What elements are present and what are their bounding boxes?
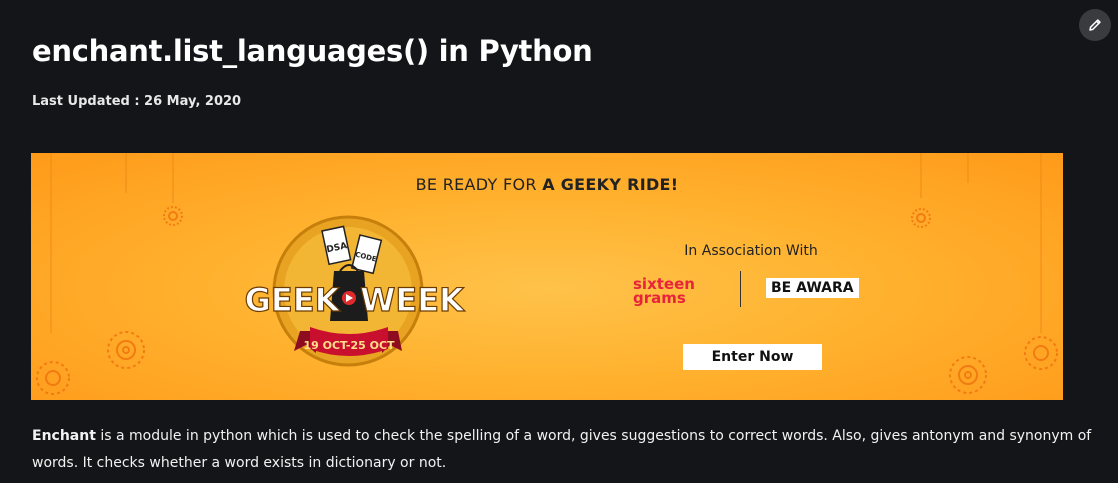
sixteen-grams-line2: grams [633, 289, 686, 307]
geek-week-banner[interactable]: BE READY FOR A GEEKY RIDE! DSA CODE GEEK… [31, 153, 1063, 400]
logo-word-right: WEEK [360, 281, 465, 319]
intro-bold-term: Enchant [32, 428, 96, 444]
logo-dates: 19 OCT-25 OCT [303, 339, 395, 352]
association-label: In Association With [684, 243, 818, 259]
page-title: enchant.list_languages() in Python [32, 34, 593, 68]
be-awara-logo: BE AWARA [766, 278, 859, 298]
tagline-bold: A GEEKY RIDE! [542, 175, 679, 194]
banner-tagline: BE READY FOR A GEEKY RIDE! [31, 175, 1063, 194]
logo-word-left: GEEK [245, 281, 341, 319]
geek-week-logo: DSA CODE GEEK WEEK 19 OCT-25 OCT [236, 213, 496, 387]
pencil-icon [1089, 19, 1101, 31]
intro-paragraph: Enchant is a module in python which is u… [32, 423, 1092, 477]
tagline-regular: BE READY FOR [415, 175, 543, 194]
partner-divider [740, 271, 741, 307]
edit-button[interactable] [1079, 9, 1111, 41]
intro-text: is a module in python which is used to c… [32, 428, 1092, 471]
sixteen-grams-logo: sixteen grams [633, 277, 695, 307]
enter-now-button[interactable]: Enter Now [683, 344, 822, 370]
last-updated: Last Updated : 26 May, 2020 [32, 94, 242, 109]
article-page: enchant.list_languages() in Python Last … [0, 0, 1118, 483]
